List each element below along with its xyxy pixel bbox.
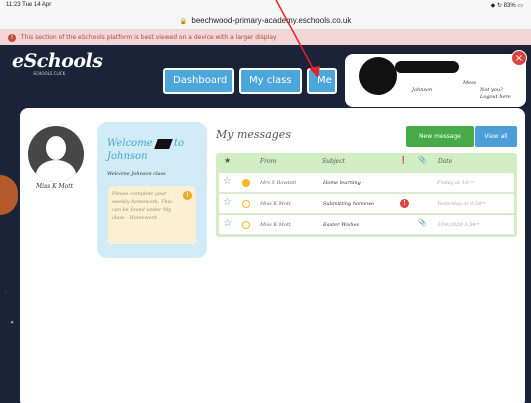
annotation-arrow	[275, 0, 320, 78]
